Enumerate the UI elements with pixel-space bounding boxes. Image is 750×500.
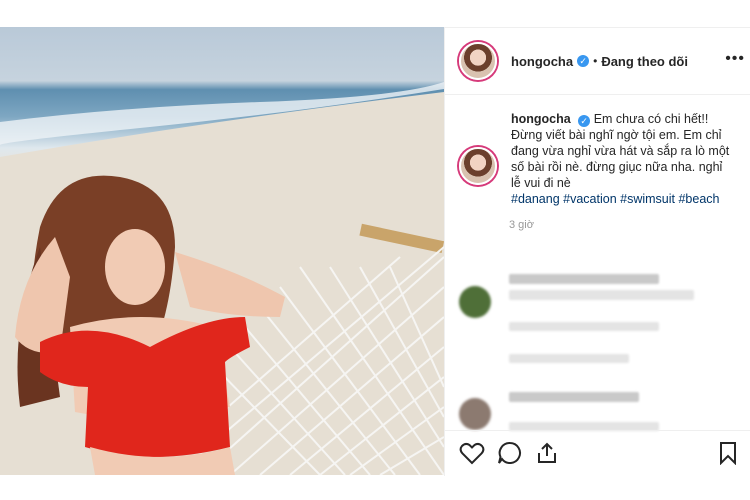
following-button[interactable]: Đang theo dõi (601, 54, 688, 69)
action-bar (445, 430, 750, 476)
bookmark-icon[interactable] (717, 441, 739, 470)
heart-icon[interactable] (459, 441, 485, 470)
comment-avatar[interactable] (459, 286, 491, 318)
caption-username[interactable]: hongocha (511, 112, 571, 126)
comment-text-blurred (509, 392, 639, 402)
comment-icon[interactable] (497, 441, 523, 470)
caption-author-avatar[interactable] (459, 147, 497, 185)
post-time[interactable]: 3 giờ (509, 219, 750, 231)
post-header: hongocha ✓ • Đang theo dõi ••• (445, 28, 750, 95)
more-options-icon[interactable]: ••• (725, 50, 745, 68)
verified-badge-icon: ✓ (577, 55, 590, 67)
post-side-panel: hongocha ✓ • Đang theo dõi ••• hongocha … (444, 27, 750, 476)
comment-text-blurred (509, 274, 659, 284)
caption-row: hongocha ✓ Em chưa có chi hết!! Đừng viế… (445, 95, 750, 207)
separator-dot: • (593, 54, 598, 68)
comment-avatar[interactable] (459, 398, 491, 430)
caption-verified-badge-icon: ✓ (578, 115, 591, 127)
author-username[interactable]: hongocha (511, 54, 573, 69)
share-icon[interactable] (535, 441, 559, 470)
post-photo[interactable] (0, 27, 444, 475)
beach-scene-image (0, 82, 444, 475)
comment-text-blurred (509, 290, 694, 300)
comment-meta-blurred (509, 354, 629, 363)
caption-text: hongocha ✓ Em chưa có chi hết!! Đừng viế… (511, 111, 733, 207)
comment-meta-blurred (509, 322, 659, 331)
author-avatar[interactable] (459, 42, 497, 80)
hashtags[interactable]: #danang #vacation #swimsuit #beach (511, 191, 733, 207)
